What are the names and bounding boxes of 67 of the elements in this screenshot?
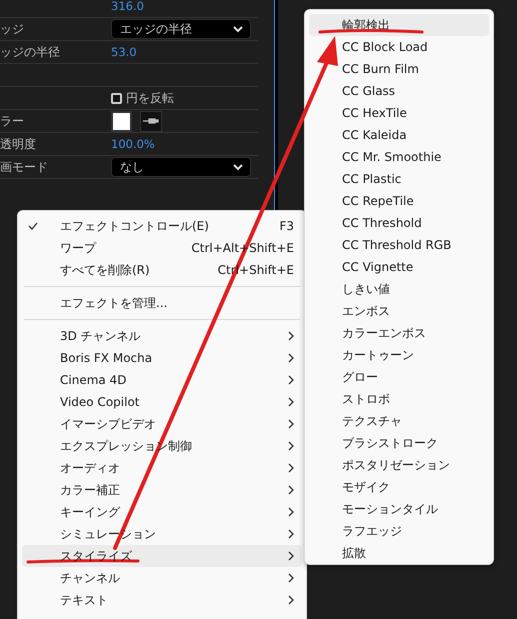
chevron-right-icon [288, 397, 294, 407]
chevron-right-icon [288, 507, 294, 517]
chevron-right-icon [288, 419, 294, 429]
menu-item[interactable]: グロー [309, 366, 489, 388]
menu-item[interactable]: CC RepeTile [309, 190, 489, 212]
menu-item[interactable]: 拡散 [309, 542, 489, 564]
menu-item[interactable]: イマーシブビデオ [22, 413, 302, 435]
menu-item[interactable]: ラフエッジ [309, 520, 489, 542]
menu-item[interactable]: スタイライズ [22, 545, 302, 567]
check-icon [28, 222, 38, 230]
chevron-right-icon [288, 375, 294, 385]
dropdown[interactable]: なし [111, 157, 251, 177]
menu-item[interactable]: オーディオ [22, 457, 302, 479]
chevron-right-icon [288, 485, 294, 495]
chevron-right-icon [288, 441, 294, 451]
menu-item[interactable]: CC Threshold RGB [309, 234, 489, 256]
menu-item[interactable]: CC Plastic [309, 168, 489, 190]
checkbox-label: 円を反転 [126, 90, 174, 106]
menu-item[interactable]: モーションタイル [309, 498, 489, 520]
chevron-right-icon [288, 463, 294, 473]
property-label: 透明度 [0, 136, 36, 152]
menu-item[interactable]: CC Glass [309, 80, 489, 102]
chevron-right-icon [288, 595, 294, 605]
menu-item[interactable]: しきい値 [309, 278, 489, 300]
property-value[interactable]: 53.0 [111, 45, 137, 59]
menu-item[interactable]: エフェクトコントロール(E) F3 [22, 215, 302, 237]
property-label: 画モード [0, 158, 48, 176]
menu-item[interactable]: Video Copilot [22, 391, 302, 413]
property-label: ッジ [0, 20, 24, 38]
menu-item[interactable]: CC Kaleida [309, 124, 489, 146]
menu-item[interactable]: エフェクトを管理... [22, 292, 302, 314]
menu-item[interactable]: Cinema 4D [22, 369, 302, 391]
menu-item[interactable]: カラーエンボス [309, 322, 489, 344]
menu-item[interactable]: CC Threshold [309, 212, 489, 234]
color-swatch[interactable] [111, 110, 132, 132]
chevron-right-icon [288, 573, 294, 583]
menu-item[interactable]: ブラシストローク [309, 432, 489, 454]
chevron-down-icon [232, 163, 244, 171]
chevron-right-icon [288, 551, 294, 561]
menu-item[interactable]: CC Burn Film [309, 58, 489, 80]
menu-item[interactable]: チャンネル [22, 567, 302, 589]
dropdown[interactable]: エッジの半径 [111, 19, 251, 39]
property-value[interactable]: 316.0 [111, 0, 144, 13]
chevron-down-icon [232, 25, 244, 33]
menu-item[interactable]: CC Block Load [309, 36, 489, 58]
chevron-right-icon [288, 353, 294, 363]
menu-item[interactable]: エンボス [309, 300, 489, 322]
menu-item[interactable]: テクスチャ [309, 410, 489, 432]
menu-item[interactable]: カラー補正 [22, 479, 302, 501]
menu-item[interactable]: CC Vignette [309, 256, 489, 278]
menu-item[interactable]: テキスト [22, 589, 302, 611]
checkbox[interactable] [111, 92, 122, 104]
eyedropper-icon[interactable] [140, 110, 162, 132]
chevron-right-icon [288, 529, 294, 539]
property-label: ラー [0, 112, 24, 130]
menu-item[interactable]: ストロボ [309, 388, 489, 410]
menu-item[interactable]: 3D チャンネル [22, 325, 302, 347]
property-value[interactable]: 100.0% [111, 137, 155, 151]
menu-item[interactable]: Boris FX Mocha [22, 347, 302, 369]
menu-item[interactable]: CC HexTile [309, 102, 489, 124]
menu-item[interactable]: ポスタリゼーション [309, 454, 489, 476]
menu-item[interactable]: モザイク [309, 476, 489, 498]
chevron-right-icon [288, 331, 294, 341]
menu-item[interactable]: カートゥーン [309, 344, 489, 366]
property-label: ッジの半径 [0, 44, 60, 60]
menu-item[interactable]: CC Mr. Smoothie [309, 146, 489, 168]
menu-item[interactable]: キーイング [22, 501, 302, 523]
